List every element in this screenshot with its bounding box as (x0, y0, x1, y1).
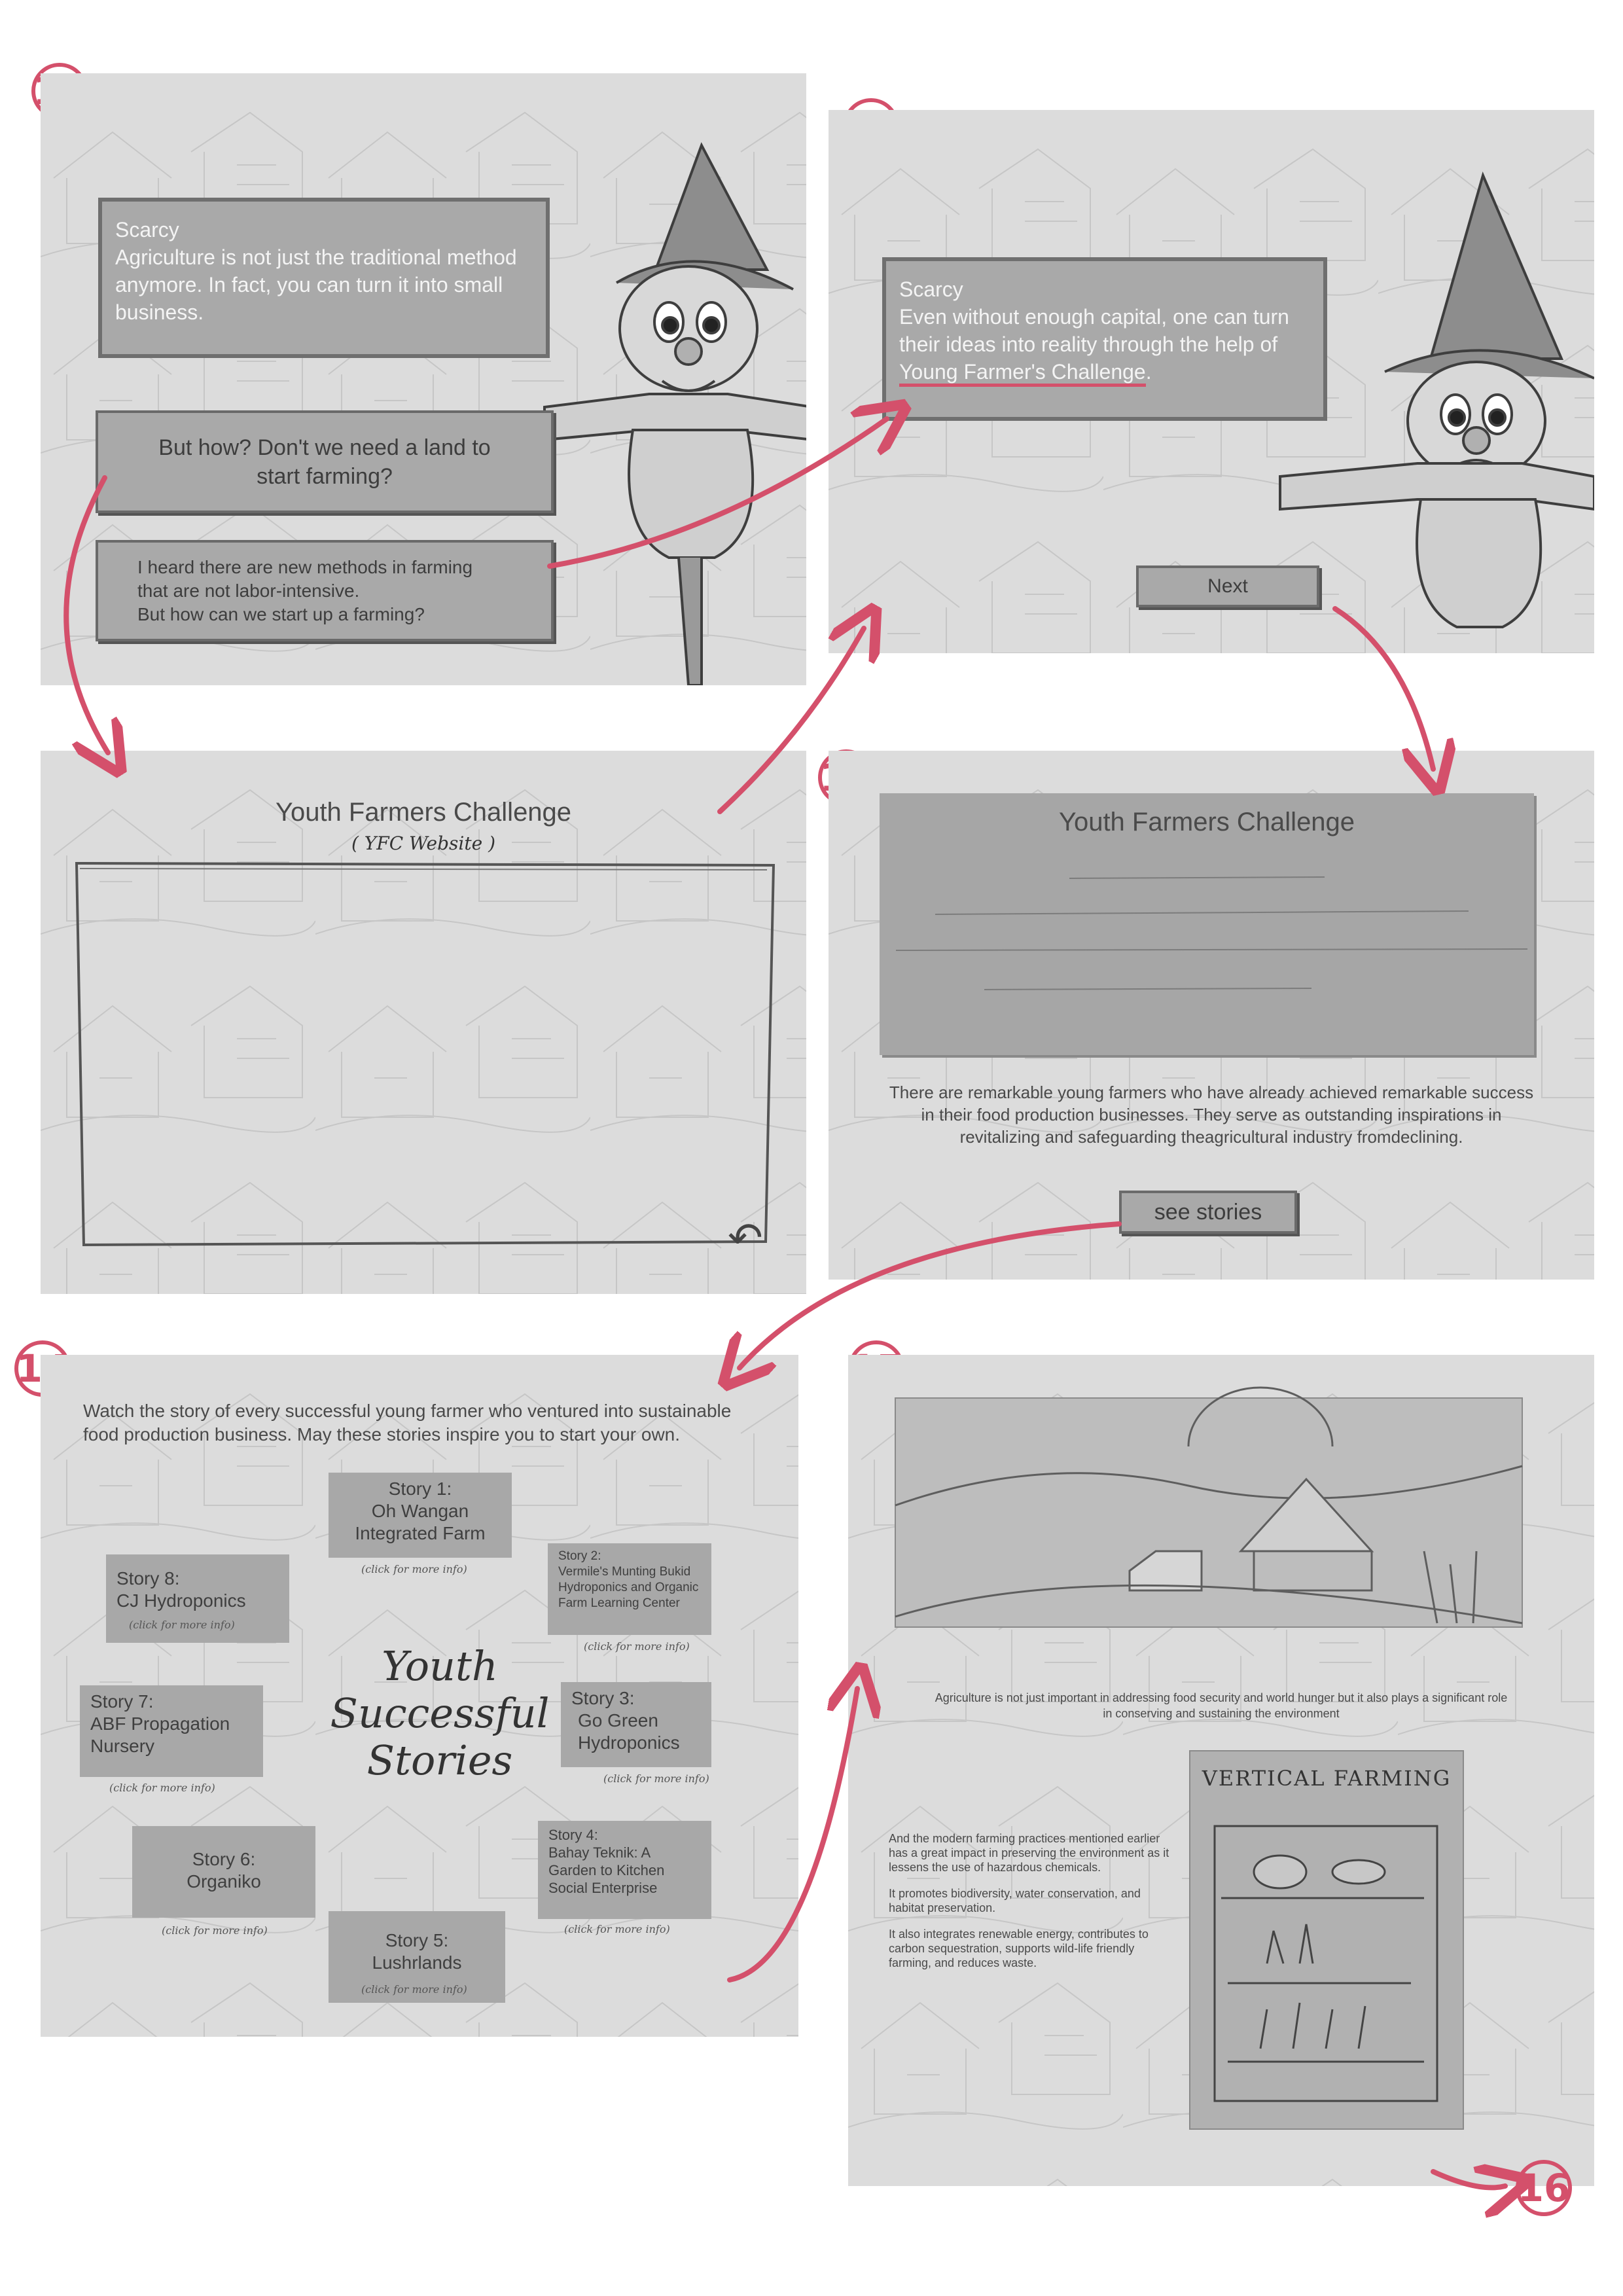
story-7-hint: (click for more info) (109, 1782, 215, 1794)
story-3-hint: (click for more info) (603, 1772, 709, 1785)
story-label: Story 7: (90, 1691, 154, 1712)
panel-11: Scarcy Agriculture is not just the tradi… (41, 73, 806, 685)
choice-new-methods-line1: I heard there are new methods in farming (137, 556, 473, 577)
story-name: Bahay Teknik: A Garden to Kitchen Social… (548, 1844, 665, 1896)
choice-new-methods-line3: But how can we start up a farming? (137, 603, 425, 624)
story-5-hint: (click for more info) (361, 1983, 467, 1996)
dialogue-period: . (1145, 360, 1152, 384)
choice-need-land-button[interactable]: But how? Don't we need a land to start f… (96, 410, 554, 513)
panel-14: Watch the story of every successful youn… (41, 1355, 798, 2037)
story-label: Story 4: (548, 1827, 598, 1843)
panel-15: Agriculture is not just important in add… (848, 1355, 1594, 2186)
story-4-card[interactable]: Story 4: Bahay Teknik: A Garden to Kitch… (538, 1821, 711, 1919)
choice-new-methods-line2: that are not labor-intensive. (137, 580, 360, 601)
benefit-paragraph-2: It promotes biodiversity, water conserva… (889, 1887, 1141, 1914)
story-label: Story 3: (571, 1688, 635, 1708)
story-2-card[interactable]: Story 2: Vermile's Munting Bukid Hydropo… (548, 1543, 711, 1635)
story-name: Vermile's Munting Bukid Hydroponics and … (558, 1565, 699, 1610)
speaker-name: Scarcy (115, 218, 179, 242)
story-name: CJ Hydroponics (116, 1590, 246, 1611)
story-3-card[interactable]: Story 3: Go Green Hydroponics (561, 1682, 711, 1767)
center-title-line3: Stories (366, 1736, 513, 1784)
dialogue-text: Agriculture is not just the traditional … (115, 245, 517, 324)
back-arrow-icon[interactable]: ↶ (728, 1214, 763, 1263)
see-stories-button[interactable]: see stories (1119, 1191, 1297, 1234)
vertical-farming-title: VERTICAL FARMING (1202, 1766, 1452, 1791)
story-label: Story 2: (558, 1549, 601, 1563)
story-1-hint: (click for more info) (361, 1563, 467, 1575)
choice-new-methods-button[interactable]: I heard there are new methods in farming… (96, 540, 554, 641)
panel-yfc-website: Youth Farmers Challenge ( YFC Website ) … (41, 751, 806, 1294)
npc-dialogue-bubble: Scarcy Agriculture is not just the tradi… (98, 198, 550, 358)
panel-13: Youth Farmers Challenge There are remark… (829, 751, 1594, 1280)
speaker-name: Scarcy (899, 278, 963, 301)
story-6-hint: (click for more info) (162, 1924, 268, 1937)
dialogue-text: Even without enough capital, one can tur… (899, 303, 1310, 387)
next-button-label: Next (1207, 575, 1248, 597)
next-button[interactable]: Next (1136, 565, 1319, 607)
environment-caption: Agriculture is not just important in add… (868, 1690, 1575, 1721)
desc-line3: revitalizing and safeguarding theagricul… (959, 1127, 1463, 1147)
benefit-paragraph-1: And the modern farming practices mention… (889, 1832, 1169, 1874)
story-4-hint: (click for more info) (564, 1923, 670, 1935)
intro-line1: Watch the story of every successful youn… (83, 1401, 732, 1421)
story-label: Story 8: (116, 1568, 180, 1588)
center-title-line1: Youth (382, 1642, 498, 1690)
caption-line1: Agriculture is not just important in add… (935, 1691, 1508, 1704)
story-name: Oh Wangan Integrated Farm (355, 1501, 486, 1543)
story-2-hint: (click for more info) (584, 1640, 690, 1653)
see-stories-label: see stories (1154, 1199, 1262, 1225)
story-label: Story 1: (388, 1479, 452, 1499)
story-6-card[interactable]: Story 6: Organiko (132, 1826, 315, 1918)
story-name: Lushrlands (372, 1952, 462, 1973)
website-frame-outline (75, 861, 776, 1247)
caption-line2: in conserving and sustaining the environ… (1103, 1707, 1340, 1720)
panel-12: Scarcy Even without enough capital, one … (829, 110, 1594, 653)
panel-number-16: 16 (1516, 2160, 1572, 2216)
placeholder-text-lines (895, 876, 1528, 990)
desc-line2: in their food production businesses. The… (921, 1105, 1502, 1124)
yfc-description: There are remarkable young farmers who h… (848, 1081, 1575, 1148)
story-name: Go Green Hydroponics (578, 1710, 680, 1753)
story-label: Story 6: (192, 1849, 256, 1869)
story-7-card[interactable]: Story 7: ABF Propagation Nursery (80, 1685, 263, 1777)
yfc-header-card: Youth Farmers Challenge (880, 793, 1534, 1055)
story-name: Organiko (187, 1871, 261, 1892)
story-label: Story 5: (385, 1930, 449, 1950)
center-title-line2: Successful (330, 1689, 550, 1737)
benefit-paragraph-3: It also integrates renewable energy, con… (889, 1928, 1149, 1969)
story-8-hint: (click for more info) (129, 1619, 235, 1631)
young-farmers-challenge-link[interactable]: Young Farmer's Challenge (899, 360, 1146, 387)
intro-line2: food production business. May these stor… (83, 1424, 681, 1444)
environment-benefits: And the modern farming practices mention… (889, 1831, 1177, 1970)
story-name: ABF Propagation Nursery (90, 1713, 230, 1756)
npc-dialogue-bubble: Scarcy Even without enough capital, one … (882, 257, 1327, 421)
dialogue-text-main: Even without enough capital, one can tur… (899, 305, 1289, 356)
stories-intro: Watch the story of every successful youn… (83, 1399, 770, 1446)
story-1-card[interactable]: Story 1: Oh Wangan Integrated Farm (329, 1473, 512, 1558)
desc-line1: There are remarkable young farmers who h… (889, 1083, 1534, 1102)
choice-need-land-label: But how? Don't we need a land to start f… (158, 435, 491, 489)
center-handwritten-title: Youth Successful Stories (302, 1643, 577, 1784)
